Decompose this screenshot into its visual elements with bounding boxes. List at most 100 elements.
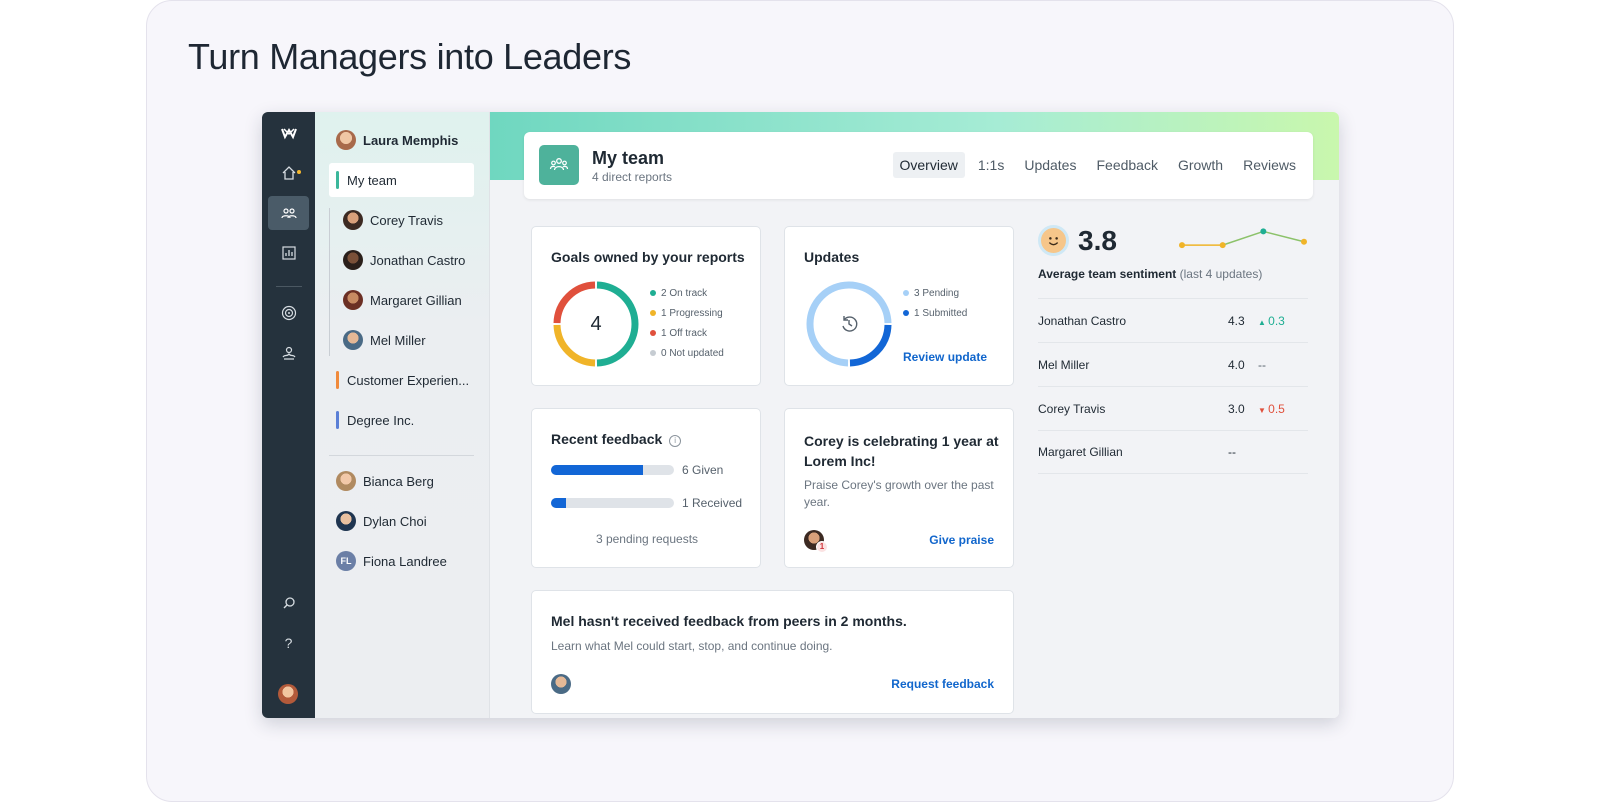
sidebar-sub-line [329, 208, 330, 356]
team-avatar-icon [539, 145, 579, 185]
trend-line-segment [1263, 230, 1305, 243]
give-praise-link[interactable]: Give praise [929, 533, 994, 547]
peer-feedback-card[interactable]: Mel hasn't received feedback from peers … [531, 590, 1014, 714]
legend-item: 1 Submitted [903, 303, 967, 323]
avatar [343, 210, 363, 230]
sidebar-item-label: Corey Travis [370, 212, 443, 228]
legend-item: 3 Pending [903, 283, 967, 303]
sidebar-divider [329, 455, 474, 456]
tab-updates[interactable]: Updates [1017, 152, 1083, 178]
received-progress-track [551, 498, 674, 508]
updates-title: Updates [804, 249, 860, 265]
legend-dot [650, 310, 656, 316]
received-progress-fill [551, 498, 566, 508]
trend-line-segment [1222, 230, 1264, 246]
sentiment-label: Average team sentiment (last 4 updates) [1038, 267, 1263, 281]
tab-overview[interactable]: Overview [892, 152, 965, 178]
tab-1on1s[interactable]: 1:1s [971, 152, 1011, 178]
info-icon: i [669, 435, 682, 447]
sidebar-item-label: Bianca Berg [363, 473, 434, 489]
legend-dot [903, 310, 909, 316]
sidebar-user[interactable]: Laura Memphis [329, 123, 474, 157]
sidebar-item-label: Degree Inc. [347, 412, 415, 428]
given-count: 6 Given [682, 463, 724, 477]
search-icon[interactable] [268, 586, 309, 620]
avatar [343, 250, 363, 270]
current-user-avatar[interactable] [278, 684, 298, 704]
trend-point [1260, 228, 1267, 235]
sidebar-user-name: Laura Memphis [363, 132, 459, 148]
growth-icon[interactable] [268, 336, 309, 370]
sidebar-item-fiona-landree[interactable]: FL Fiona Landree [329, 544, 474, 578]
legend-dot [650, 350, 656, 356]
legend-dot [903, 290, 909, 296]
avatar [343, 290, 363, 310]
sidebar-item-my-team[interactable]: My team [329, 163, 474, 197]
app-window: ? Laura Memphis My team Corey Travis Jon… [262, 112, 1339, 718]
celebration-card[interactable]: Corey is celebrating 1 year at Lorem Inc… [784, 408, 1014, 568]
sidebar-item-corey-travis[interactable]: Corey Travis [336, 203, 481, 237]
goals-title: Goals owned by your reports [551, 249, 745, 265]
sidebar-item-jonathan-castro[interactable]: Jonathan Castro [336, 243, 481, 277]
sidebar-item-label: Jonathan Castro [370, 252, 466, 268]
team-tabs: Overview 1:1s Updates Feedback Growth Re… [892, 152, 1304, 178]
avatar [336, 471, 356, 491]
tab-feedback[interactable]: Feedback [1089, 152, 1164, 178]
sentiment-row[interactable]: Jonathan Castro 4.3 ▲ 0.3 [1038, 298, 1308, 342]
recent-feedback-card[interactable]: Recent feedback i 6 Given 1 Received 3 p… [531, 408, 761, 568]
history-icon [837, 312, 861, 336]
goals-total: 4 [590, 312, 602, 335]
legend-item: 1 Off track [650, 323, 724, 343]
sidebar-item-label: Fiona Landree [363, 553, 447, 569]
sidebar-item-label: Margaret Gillian [370, 292, 462, 308]
notification-badge: 1 [816, 541, 828, 553]
logo-icon[interactable] [268, 116, 309, 150]
received-count: 1 Received [682, 496, 743, 510]
sidebar-item-mel-miller[interactable]: Mel Miller [336, 323, 481, 357]
notification-dot [297, 170, 301, 174]
home-icon[interactable] [268, 156, 309, 190]
celebration-body: Praise Corey's growth over the past year… [804, 478, 994, 509]
tab-reviews[interactable]: Reviews [1236, 152, 1303, 178]
peer-feedback-body: Learn what Mel could start, stop, and co… [551, 639, 833, 653]
group-color-bar [336, 371, 339, 389]
legend-dot [650, 290, 656, 296]
sentiment-row[interactable]: Margaret Gillian -- [1038, 430, 1308, 474]
updates-card[interactable]: Updates 3 Pending 1 Submitted Review upd… [784, 226, 1014, 386]
tab-growth[interactable]: Growth [1171, 152, 1230, 178]
sidebar-item-degree-inc[interactable]: Degree Inc. [329, 403, 474, 437]
legend-item: 2 On track [650, 283, 724, 303]
given-progress-fill [551, 465, 644, 475]
goals-icon[interactable] [268, 296, 309, 330]
sidebar-item-label: My team [347, 172, 397, 188]
sidebar-item-label: Customer Experien... [347, 372, 470, 388]
help-icon[interactable]: ? [268, 626, 309, 660]
delta-down: ▼ 0.5 [1258, 401, 1285, 416]
request-feedback-link[interactable]: Request feedback [891, 677, 994, 691]
peer-feedback-title: Mel hasn't received feedback from peers … [551, 613, 907, 629]
avatar [336, 130, 356, 150]
reports-icon[interactable] [268, 236, 309, 270]
goals-legend: 2 On track 1 Progressing 1 Off track 0 N… [650, 283, 724, 363]
pending-requests[interactable]: 3 pending requests [532, 532, 762, 546]
trend-point [1219, 242, 1226, 249]
sidebar-item-dylan-choi[interactable]: Dylan Choi [329, 504, 474, 538]
avatar [343, 330, 363, 350]
avatar [336, 511, 356, 531]
goals-card[interactable]: Goals owned by your reports 4 2 On track… [531, 226, 761, 386]
sidebar-item-customer-experience[interactable]: Customer Experien... [329, 363, 474, 397]
review-update-link[interactable]: Review update [903, 350, 987, 364]
page-title: My team [592, 148, 665, 168]
feedback-title: Recent feedback i [551, 431, 682, 447]
team-icon[interactable] [268, 196, 309, 230]
page-subtitle: 4 direct reports [592, 170, 673, 184]
celebration-title: Corey is celebrating 1 year at Lorem Inc… [804, 433, 999, 469]
sidebar-item-margaret-gillian[interactable]: Margaret Gillian [336, 283, 481, 317]
sentiment-row[interactable]: Corey Travis 3.0 ▼ 0.5 [1038, 386, 1308, 430]
nav-rail: ? [262, 112, 315, 718]
sidebar-item-bianca-berg[interactable]: Bianca Berg [329, 464, 474, 498]
selection-bar [336, 171, 339, 189]
legend-dot [650, 330, 656, 336]
page-headline: Turn Managers into Leaders [188, 36, 632, 77]
sentiment-row[interactable]: Mel Miller 4.0 -- [1038, 342, 1308, 386]
